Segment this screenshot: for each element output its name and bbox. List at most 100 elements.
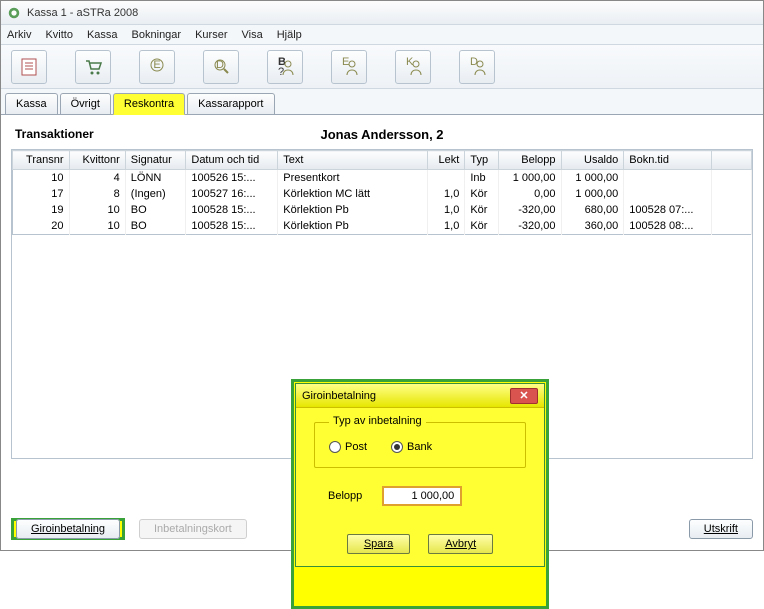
- table-cell: [712, 170, 752, 187]
- table-cell: (Ingen): [125, 186, 186, 202]
- app-icon: [7, 6, 21, 20]
- col-datum[interactable]: Datum och tid: [186, 151, 278, 170]
- cart-icon: [83, 57, 103, 77]
- toolbar-person-bq-button[interactable]: B?: [267, 50, 303, 84]
- table-row[interactable]: 2010BO100528 15:...Körlektion Pb1,0Kör-3…: [13, 218, 752, 235]
- table-cell: Presentkort: [278, 170, 428, 187]
- person-b-q-icon: B?: [274, 57, 296, 77]
- menu-hjalp[interactable]: Hjälp: [277, 29, 302, 41]
- table-cell: [624, 186, 712, 202]
- table-cell: [428, 170, 465, 187]
- toolbar-person-e-button[interactable]: E: [331, 50, 367, 84]
- table-cell: BO: [125, 218, 186, 235]
- table-cell: 1 000,00: [561, 170, 624, 187]
- content-area: Transaktioner Jonas Andersson, 2 Transnr…: [1, 115, 763, 552]
- bottom-bar: Giroinbetalning Inbetalningskort Utskrif…: [11, 518, 753, 540]
- table-cell: 360,00: [561, 218, 624, 235]
- col-spacer: [712, 151, 752, 170]
- inbetalningskort-button: Inbetalningskort: [139, 519, 247, 539]
- section-label: Transaktioner: [15, 127, 94, 141]
- dialog-close-button[interactable]: ✕: [510, 388, 538, 404]
- utskrift-button[interactable]: Utskrift: [689, 519, 753, 539]
- table-cell: 100526 15:...: [186, 170, 278, 187]
- menu-kvitto[interactable]: Kvitto: [45, 29, 73, 41]
- dialog-titlebar[interactable]: Giroinbetalning ✕: [296, 384, 544, 408]
- table-cell: 680,00: [561, 202, 624, 218]
- svg-text:D: D: [216, 59, 224, 71]
- table-cell: -320,00: [498, 202, 561, 218]
- table-cell: Inb: [465, 170, 498, 187]
- table-cell: 100528 08:...: [624, 218, 712, 235]
- col-bokn[interactable]: Bokn.tid: [624, 151, 712, 170]
- radio-post[interactable]: Post: [329, 441, 367, 453]
- col-usaldo[interactable]: Usaldo: [561, 151, 624, 170]
- toolbar-person-d-button[interactable]: D: [459, 50, 495, 84]
- table-cell: [712, 186, 752, 202]
- tab-reskontra[interactable]: Reskontra: [113, 93, 185, 115]
- svg-text:?: ?: [278, 66, 284, 77]
- col-kvittonr[interactable]: Kvittonr: [69, 151, 125, 170]
- table-cell: Körlektion Pb: [278, 202, 428, 218]
- window-titlebar: Kassa 1 - aSTRa 2008: [1, 1, 763, 25]
- table-cell: [712, 218, 752, 235]
- table-cell: Kör: [465, 218, 498, 235]
- menu-kurser[interactable]: Kurser: [195, 29, 227, 41]
- table-cell: 100527 16:...: [186, 186, 278, 202]
- tab-kassarapport[interactable]: Kassarapport: [187, 93, 274, 114]
- table-row[interactable]: 178(Ingen)100527 16:...Körlektion MC lät…: [13, 186, 752, 202]
- toolbar-person-k-button[interactable]: K: [395, 50, 431, 84]
- table-cell: 1,0: [428, 218, 465, 235]
- person-e-icon: E: [338, 57, 360, 77]
- table-cell: 1 000,00: [561, 186, 624, 202]
- toolbar-magnify-e-button[interactable]: D: [203, 50, 239, 84]
- table-cell: 10: [69, 202, 125, 218]
- tab-kassa[interactable]: Kassa: [5, 93, 58, 114]
- menu-visa[interactable]: Visa: [242, 29, 263, 41]
- stamp-e-icon: E: [147, 57, 167, 77]
- radio-post-label: Post: [345, 441, 367, 453]
- table-cell: 0,00: [498, 186, 561, 202]
- payment-type-group: Typ av inbetalning Post Bank: [314, 422, 526, 468]
- toolbar: E D B? E K D: [1, 45, 763, 89]
- giro-button[interactable]: Giroinbetalning: [16, 519, 120, 539]
- table-row[interactable]: 104LÖNN100526 15:...PresentkortInb1 000,…: [13, 170, 752, 187]
- table-cell: Kör: [465, 202, 498, 218]
- table-cell: 1,0: [428, 202, 465, 218]
- tab-ovrigt[interactable]: Övrigt: [60, 93, 111, 114]
- toolbar-stamp-e-button[interactable]: E: [139, 50, 175, 84]
- payment-type-legend: Typ av inbetalning: [329, 415, 426, 427]
- transactions-grid[interactable]: Transnr Kvittonr Signatur Datum och tid …: [12, 150, 752, 235]
- customer-name: Jonas Andersson, 2: [232, 127, 532, 142]
- col-typ[interactable]: Typ: [465, 151, 498, 170]
- radio-bank-label: Bank: [407, 441, 432, 453]
- toolbar-cart-button[interactable]: [75, 50, 111, 84]
- magnify-e-icon: D: [211, 57, 231, 77]
- amount-input[interactable]: 1 000,00: [382, 486, 462, 506]
- close-icon: ✕: [519, 389, 528, 402]
- table-cell: 17: [13, 186, 70, 202]
- menu-kassa[interactable]: Kassa: [87, 29, 118, 41]
- person-d-icon: D: [466, 57, 488, 77]
- table-cell: 1 000,00: [498, 170, 561, 187]
- svg-text:E: E: [153, 59, 160, 71]
- menu-bokningar[interactable]: Bokningar: [132, 29, 182, 41]
- col-belopp[interactable]: Belopp: [498, 151, 561, 170]
- notepad-icon: [19, 57, 39, 77]
- col-text[interactable]: Text: [278, 151, 428, 170]
- radio-post-dot: [329, 441, 341, 453]
- table-cell: [624, 170, 712, 187]
- svg-text:E: E: [342, 57, 349, 68]
- menu-arkiv[interactable]: Arkiv: [7, 29, 31, 41]
- col-transnr[interactable]: Transnr: [13, 151, 70, 170]
- table-cell: 20: [13, 218, 70, 235]
- table-row[interactable]: 1910BO100528 15:...Körlektion Pb1,0Kör-3…: [13, 202, 752, 218]
- table-cell: 100528 15:...: [186, 218, 278, 235]
- table-cell: 19: [13, 202, 70, 218]
- col-signatur[interactable]: Signatur: [125, 151, 186, 170]
- table-cell: -320,00: [498, 218, 561, 235]
- toolbar-notepad-button[interactable]: [11, 50, 47, 84]
- radio-bank[interactable]: Bank: [391, 441, 432, 453]
- table-cell: 100528 07:...: [624, 202, 712, 218]
- amount-label: Belopp: [328, 490, 362, 502]
- col-lekt[interactable]: Lekt: [428, 151, 465, 170]
